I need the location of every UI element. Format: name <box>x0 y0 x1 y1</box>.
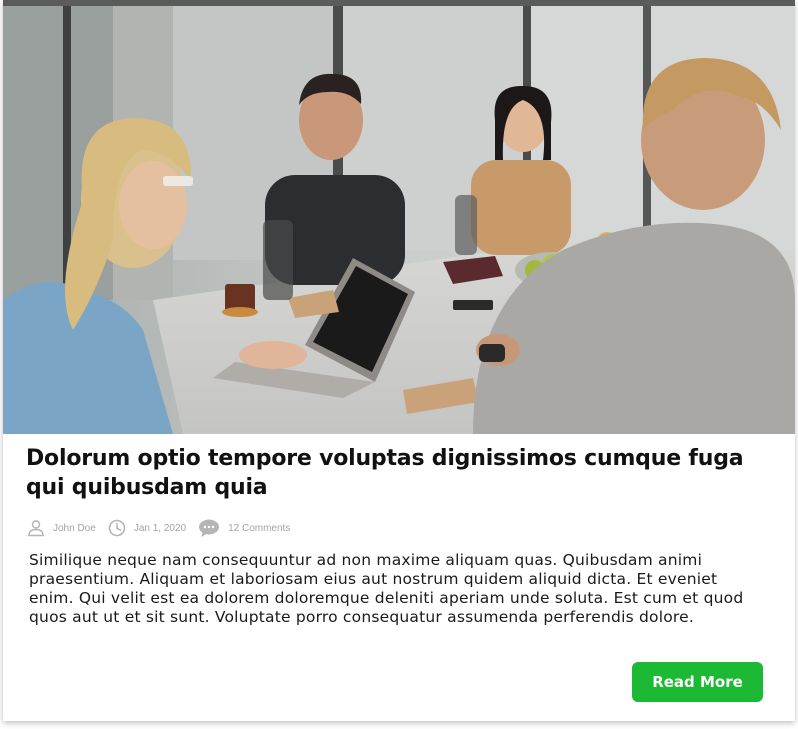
user-icon <box>28 520 44 537</box>
comment-icon <box>199 519 220 537</box>
author-name[interactable]: John Doe <box>53 523 96 534</box>
post-meta: John Doe Jan 1, 2020 12 Comments <box>27 516 302 540</box>
read-more-button[interactable]: Read More <box>632 662 763 702</box>
blog-post-card: Dolorum optio tempore voluptas dignissim… <box>3 0 795 721</box>
comments-meta: 12 Comments <box>198 518 290 538</box>
post-title[interactable]: Dolorum optio tempore voluptas dignissim… <box>26 444 776 502</box>
clock-icon <box>108 519 126 537</box>
comments-count[interactable]: 12 Comments <box>228 523 290 534</box>
post-featured-image[interactable] <box>3 0 795 434</box>
post-excerpt: Similique neque nam consequuntur ad non … <box>29 551 744 626</box>
author-meta: John Doe <box>27 519 96 537</box>
post-date: Jan 1, 2020 <box>133 522 187 534</box>
date-meta: Jan 1, 2020 <box>108 519 186 537</box>
